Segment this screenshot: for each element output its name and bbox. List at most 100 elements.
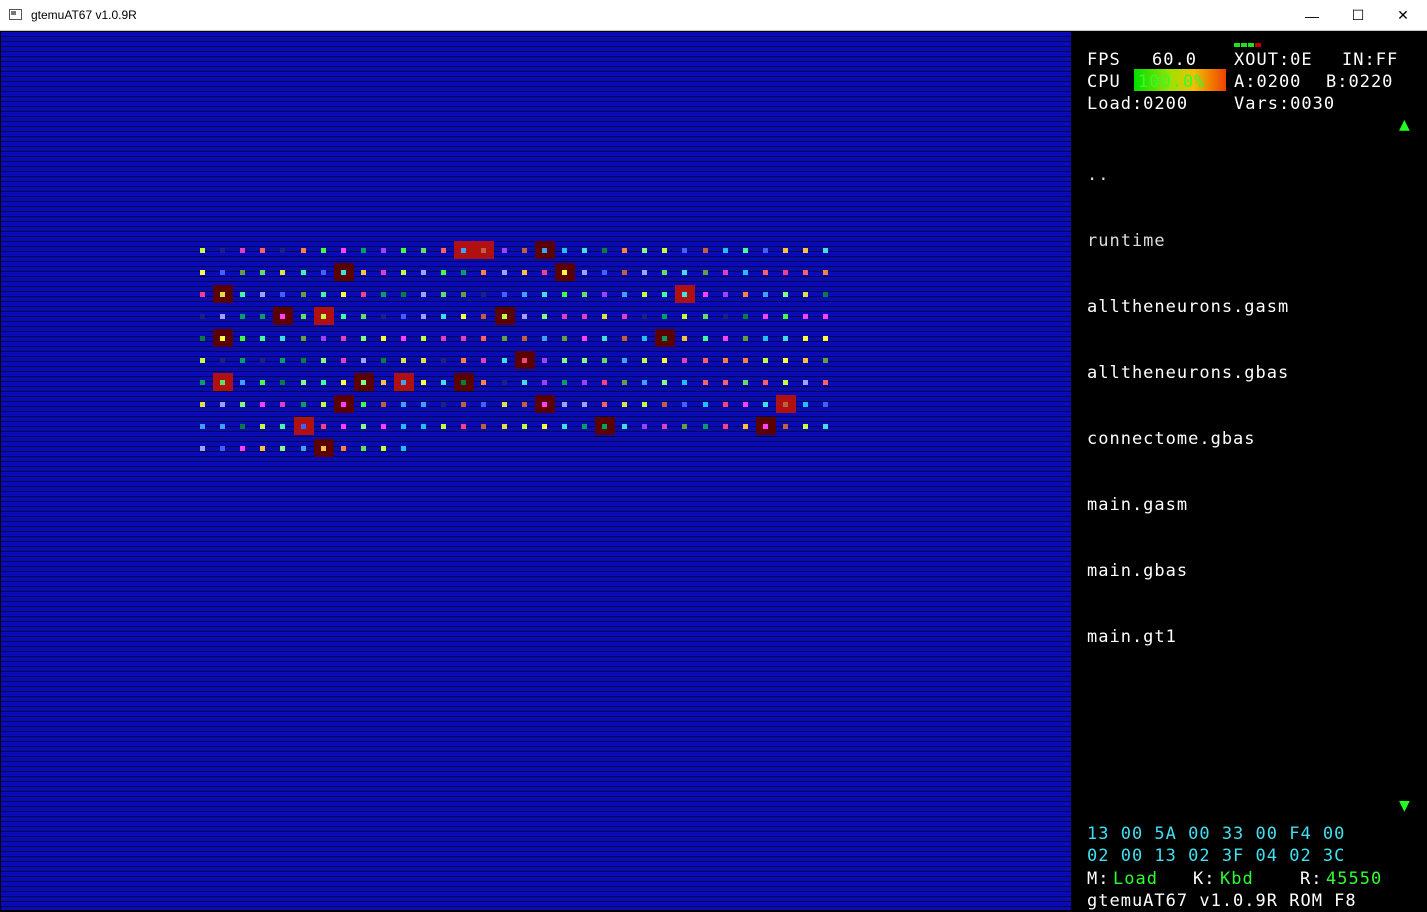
neuron-dot (240, 380, 245, 385)
neuron-dot (341, 248, 346, 253)
file-item[interactable]: alltheneurons.gasm (1087, 296, 1289, 318)
neuron-dot (622, 292, 627, 297)
neuron-dot (682, 314, 687, 319)
neuron-dot (542, 380, 547, 385)
neuron-dot (260, 336, 265, 341)
neuron-dot (220, 402, 225, 407)
neuron-dot (301, 446, 306, 451)
neuron-dot (200, 358, 205, 363)
neuron-dot (441, 424, 446, 429)
neuron-dot (321, 314, 326, 319)
neuron-dot (461, 292, 466, 297)
neuron-dot (542, 314, 547, 319)
neuron-dot (421, 424, 426, 429)
file-item-runtime[interactable]: runtime (1087, 230, 1289, 252)
neuron-dot (622, 248, 627, 253)
scroll-up-icon[interactable]: ▲ (1399, 117, 1410, 133)
file-item[interactable]: connectome.gbas (1087, 428, 1289, 450)
neuron-dot (622, 336, 627, 341)
neuron-dot (642, 380, 647, 385)
cpu-value: 100.0% (1138, 72, 1206, 92)
neuron-dot (723, 314, 728, 319)
neuron-dot (200, 380, 205, 385)
emulator-screen[interactable] (1, 32, 1071, 910)
neuron-dot (200, 292, 205, 297)
neuron-dot (582, 424, 587, 429)
neuron-dot (682, 402, 687, 407)
close-button[interactable]: ✕ (1380, 0, 1426, 31)
keyboard-value[interactable]: Kbd (1220, 868, 1254, 890)
vars-address: Vars:0030 (1234, 94, 1336, 114)
neuron-dot (240, 358, 245, 363)
neuron-dot (823, 380, 828, 385)
neuron-dot (461, 402, 466, 407)
neuron-dot (662, 248, 667, 253)
neuron-dot (582, 314, 587, 319)
neuron-dot (642, 402, 647, 407)
neuron-dot (642, 314, 647, 319)
neuron-dot (280, 314, 285, 319)
rom-value: 45550 (1326, 869, 1383, 889)
neuron-dot (723, 248, 728, 253)
led-icon (1248, 43, 1254, 47)
neuron-dot (562, 380, 567, 385)
neuron-dot (381, 270, 386, 275)
file-item[interactable]: main.gbas (1087, 560, 1289, 582)
neuron-dot (783, 314, 788, 319)
neuron-dot (783, 292, 788, 297)
debug-sidebar: FPS 60.0 XOUT:0E IN:FF CPU 100.0% A:0200… (1072, 32, 1427, 911)
neuron-dot (381, 292, 386, 297)
neuron-dot (361, 402, 366, 407)
neuron-dot (260, 380, 265, 385)
neuron-dot (441, 314, 446, 319)
neuron-dot (763, 336, 768, 341)
neuron-dot (803, 424, 808, 429)
neuron-dot (341, 336, 346, 341)
neuron-dot (341, 424, 346, 429)
neuron-dot (803, 314, 808, 319)
neuron-dot (260, 270, 265, 275)
neuron-dot (562, 358, 567, 363)
neuron-dot (703, 380, 708, 385)
neuron-dot (542, 292, 547, 297)
neuron-dot (240, 424, 245, 429)
neuron-dot (502, 292, 507, 297)
neuron-dot (220, 270, 225, 275)
neuron-dot (783, 270, 788, 275)
neuron-dot (582, 358, 587, 363)
neuron-dot (763, 248, 768, 253)
neuron-dot (582, 248, 587, 253)
neuron-dot (502, 358, 507, 363)
neuron-dot (441, 292, 446, 297)
neuron-dot (260, 402, 265, 407)
minimize-button[interactable]: — (1289, 0, 1335, 31)
neuron-dot (662, 292, 667, 297)
neuron-dot (481, 402, 486, 407)
maximize-button[interactable]: ☐ (1335, 0, 1381, 31)
neuron-dot (703, 270, 708, 275)
neuron-dot (602, 270, 607, 275)
neuron-dot (602, 292, 607, 297)
neuron-dot (301, 424, 306, 429)
neuron-dot (562, 314, 567, 319)
neuron-dot (743, 402, 748, 407)
mode-value[interactable]: Load (1113, 868, 1158, 890)
file-item[interactable]: alltheneurons.gbas (1087, 362, 1289, 384)
file-item-parent[interactable]: .. (1087, 164, 1289, 186)
neuron-dot (803, 270, 808, 275)
neuron-dot (622, 424, 627, 429)
neuron-dot (642, 358, 647, 363)
neuron-dot (763, 424, 768, 429)
neuron-dot (481, 424, 486, 429)
neuron-dot (602, 424, 607, 429)
neuron-dot (803, 358, 808, 363)
neuron-dot (502, 336, 507, 341)
neuron-dot (301, 270, 306, 275)
file-item[interactable]: main.gt1 (1087, 626, 1289, 648)
scroll-down-icon[interactable]: ▼ (1399, 798, 1410, 814)
neuron-dot (522, 402, 527, 407)
neuron-dot (481, 380, 486, 385)
file-item[interactable]: main.gasm (1087, 494, 1289, 516)
neuron-dot (642, 248, 647, 253)
neuron-dot (361, 424, 366, 429)
